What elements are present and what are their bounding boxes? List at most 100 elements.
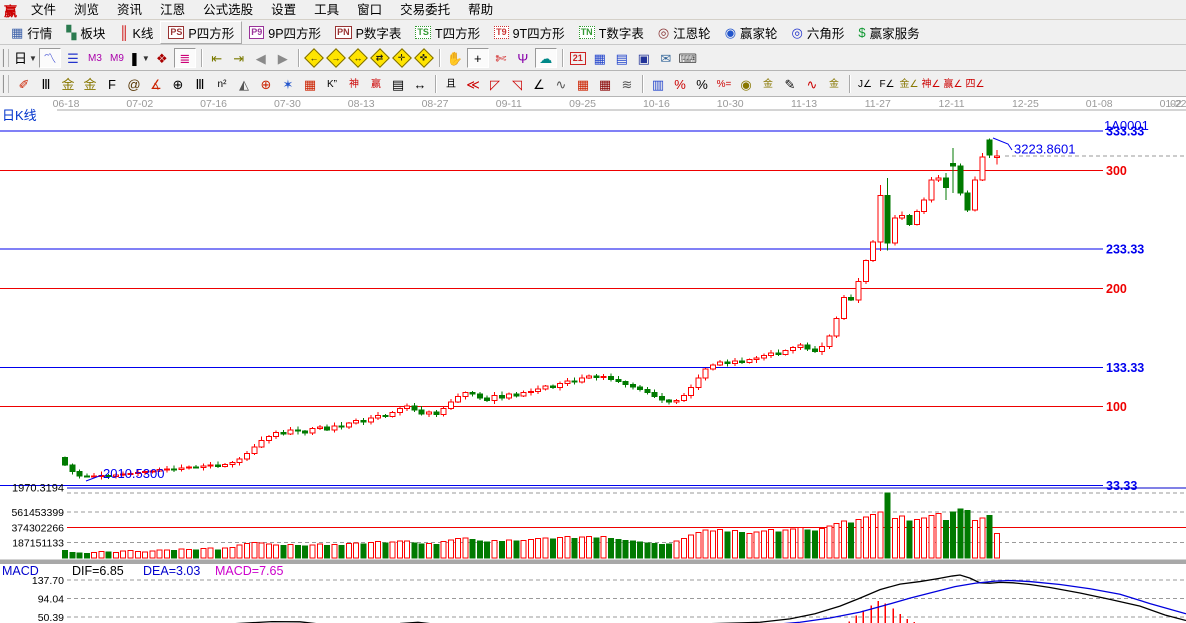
mirror-tool[interactable]: ◭ <box>234 74 254 94</box>
net-box-tool[interactable]: ▦ <box>300 74 320 94</box>
percent-line-tool[interactable]: %= <box>714 74 734 94</box>
f-angle-tool[interactable]: F∠ <box>877 74 897 94</box>
sectors-button[interactable]: ▚板块 <box>59 22 112 43</box>
menu-item-公式选股[interactable]: 公式选股 <box>194 0 262 20</box>
expand-horizontal-icon[interactable]: ↔ <box>348 48 368 68</box>
winner-wheel-button[interactable]: ◉赢家轮 <box>718 22 785 43</box>
ruler-grid-tool[interactable]: ▤ <box>388 74 408 94</box>
fan-box2-tool[interactable]: ◹ <box>507 74 527 94</box>
frame-tool[interactable]: 且 <box>441 74 461 94</box>
four-angle-tool[interactable]: 四∠ <box>965 74 985 94</box>
calculator-icon[interactable]: ▦ <box>590 48 610 68</box>
menu-item-江恩[interactable]: 江恩 <box>151 0 194 20</box>
menu-item-设置[interactable]: 设置 <box>262 0 305 20</box>
compress-horizontal-icon[interactable]: ⇄ <box>370 48 390 68</box>
toolbar-gripper[interactable] <box>2 75 9 93</box>
remote-pc-icon[interactable]: ⌨ <box>678 48 698 68</box>
percent-retrace-tool[interactable]: % <box>670 74 690 94</box>
shen-tool[interactable]: 神 <box>344 74 364 94</box>
vertical-grid-tool[interactable]: Ⅲ <box>36 74 56 94</box>
price-grid-tool[interactable]: ▦ <box>573 74 593 94</box>
menu-item-文件[interactable]: 文件 <box>22 0 65 20</box>
price-scale-tool[interactable]: ▥ <box>648 74 668 94</box>
kline-button[interactable]: ║K线 <box>112 22 160 43</box>
toolbar-gripper[interactable] <box>2 49 9 67</box>
histogram-icon[interactable]: ≣ <box>174 48 196 68</box>
menu-item-帮助[interactable]: 帮助 <box>459 0 502 20</box>
chart-area[interactable]: 06-1807-0207-1607-3008-1308-2709-1109-25… <box>0 97 1186 623</box>
angle-lines-tool[interactable]: ∠ <box>529 74 549 94</box>
n-square-tool[interactable]: n² <box>212 74 232 94</box>
step-back-icon[interactable]: ◀ <box>251 48 271 68</box>
ying-angle-tool[interactable]: 赢∠ <box>943 74 963 94</box>
arc-compass-tool[interactable]: ∡ <box>146 74 166 94</box>
info-list-icon[interactable]: ☰ <box>63 48 83 68</box>
kline-chart-canvas[interactable]: 06-1807-0207-1607-3008-1308-2709-1109-25… <box>0 97 1186 623</box>
target-cross-tool[interactable]: ⊕ <box>256 74 276 94</box>
wave-3-icon[interactable]: M3 <box>85 48 105 68</box>
p-square-button[interactable]: PSP四方形 <box>160 21 242 44</box>
calendar-icon[interactable]: 21 <box>568 48 588 68</box>
wave-9-icon[interactable]: M9 <box>107 48 127 68</box>
f-grid-tool[interactable]: F <box>102 74 122 94</box>
menu-item-交易委托[interactable]: 交易委托 <box>391 0 459 20</box>
notes-icon[interactable]: ▤ <box>612 48 632 68</box>
hand-tool[interactable]: ✋ <box>445 48 465 68</box>
t9-square-button[interactable]: T99T四方形 <box>487 22 572 43</box>
gold-grid-tool[interactable]: 金 <box>58 74 78 94</box>
crosshair-tool[interactable]: + <box>467 48 489 68</box>
send-mail-icon[interactable]: ✉ <box>656 48 676 68</box>
menu-item-工具[interactable]: 工具 <box>305 0 348 20</box>
p9-square-button[interactable]: P99P四方形 <box>242 22 328 43</box>
wave-band-tool[interactable]: ∿ <box>802 74 822 94</box>
percent-tool[interactable]: % <box>692 74 712 94</box>
price-grid-arrow-tool[interactable]: ▦ <box>595 74 615 94</box>
gold-grid2-tool[interactable]: 金 <box>80 74 100 94</box>
skip-start-icon[interactable]: ⇤ <box>207 48 227 68</box>
trend-pattern-icon[interactable]: 〽 <box>39 48 61 68</box>
k-quote-tool[interactable]: K” <box>322 74 342 94</box>
p-number-button[interactable]: PNP数字表 <box>328 22 408 43</box>
gann-shape-tool[interactable]: Ψ <box>513 48 533 68</box>
winner-service-button[interactable]: $赢家服务 <box>851 22 926 43</box>
gold-angle-tool[interactable]: 金∠ <box>899 74 919 94</box>
spiral-tool[interactable]: @ <box>124 74 144 94</box>
candle-style-button[interactable]: ❚▼ <box>129 48 150 68</box>
expand-all-icon[interactable]: ✛ <box>392 48 412 68</box>
span-arrows-tool[interactable]: ↔ <box>410 74 430 94</box>
shift-right-icon[interactable]: → <box>326 48 346 68</box>
t-square-button[interactable]: TST四方形 <box>408 22 487 43</box>
period-day-button[interactable]: 日▼ <box>14 48 37 68</box>
period-day-button-dropdown-arrow[interactable]: ▼ <box>29 52 37 65</box>
ying-tool[interactable]: 赢 <box>366 74 386 94</box>
compass-tool[interactable]: ✐ <box>14 74 34 94</box>
time-grid-tool[interactable]: Ⅲ <box>190 74 210 94</box>
wave-check-tool[interactable]: ∿ <box>551 74 571 94</box>
brush-measure-tool[interactable]: ✎ <box>780 74 800 94</box>
t-number-button[interactable]: TNT数字表 <box>572 22 651 43</box>
step-forward-icon[interactable]: ▶ <box>273 48 293 68</box>
menu-item-浏览[interactable]: 浏览 <box>65 0 108 20</box>
gold-circle-tool[interactable]: ◉ <box>736 74 756 94</box>
erase-tool[interactable]: ✄ <box>491 48 511 68</box>
parallel-lines-tool[interactable]: ≋ <box>617 74 637 94</box>
save-icon[interactable]: ▣ <box>634 48 654 68</box>
fan-lines-tool[interactable]: ≪ <box>463 74 483 94</box>
gann-wheel-button[interactable]: ◎江恩轮 <box>651 22 718 43</box>
menu-item-资讯[interactable]: 资讯 <box>108 0 151 20</box>
smart-analysis-tool[interactable]: ☁ <box>535 48 557 68</box>
hexagon-button[interactable]: ◎六角形 <box>785 22 852 43</box>
menu-item-窗口[interactable]: 窗口 <box>348 0 391 20</box>
circle-grid-tool[interactable]: ⊕ <box>168 74 188 94</box>
quotes-button[interactable]: ▦行情 <box>4 22 59 43</box>
skip-end-icon[interactable]: ⇥ <box>229 48 249 68</box>
star-grid-tool[interactable]: ✶ <box>278 74 298 94</box>
candle-style-button-dropdown-arrow[interactable]: ▼ <box>142 52 150 65</box>
j-angle-tool[interactable]: J∠ <box>855 74 875 94</box>
gold-lines-tool[interactable]: 金 <box>758 74 778 94</box>
seal-icon[interactable]: ❖ <box>152 48 172 68</box>
compress-all-icon[interactable]: ✜ <box>414 48 434 68</box>
shift-left-icon[interactable]: ← <box>304 48 324 68</box>
shen-angle-tool[interactable]: 神∠ <box>921 74 941 94</box>
fan-box-tool[interactable]: ◸ <box>485 74 505 94</box>
